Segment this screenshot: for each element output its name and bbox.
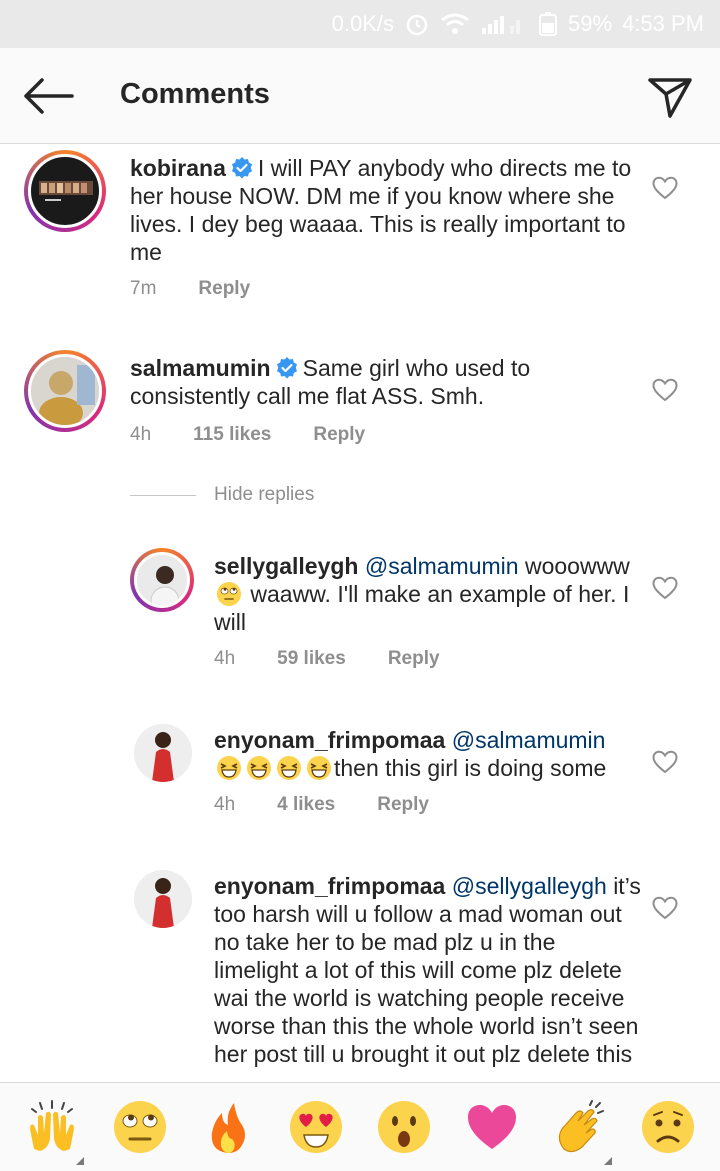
reply-button[interactable]: Reply (388, 648, 440, 670)
heart-eyes-emoji-icon[interactable] (286, 1097, 346, 1157)
clock: 4:53 PM (622, 11, 704, 36)
comment-meta: 7m Reply (130, 278, 292, 300)
hide-replies-toggle[interactable]: Hide replies (130, 484, 314, 506)
comment-username[interactable]: salmamumin (130, 355, 271, 381)
avatar[interactable] (134, 724, 192, 782)
reply-username[interactable]: sellygalleygh (214, 553, 358, 579)
reply-time: 4h (214, 648, 236, 669)
battery-percent: 59% (568, 11, 613, 36)
reply-username[interactable]: enyonam_frimpomaa (214, 873, 445, 899)
direct-share-icon[interactable] (646, 72, 694, 120)
reply-mention[interactable]: @sellygalleygh (452, 873, 607, 899)
like-heart-icon[interactable] (652, 896, 678, 920)
reply-body: enyonam_frimpomaa @sellygalleygh it’s to… (214, 872, 644, 1068)
reply-text: then this girl is doing some (334, 755, 607, 781)
reply-button[interactable]: Reply (313, 424, 365, 446)
reply-text: it’s too harsh will u follow a mad woman… (214, 873, 641, 1067)
reply-meta: 4h 4 likes Reply (214, 794, 471, 816)
likes-count[interactable]: 115 likes (193, 424, 271, 446)
comment-body: salmamumin Same girl who used to consiste… (130, 354, 640, 410)
surprised-emoji-icon[interactable] (374, 1097, 434, 1157)
alarm-icon (404, 11, 430, 37)
hide-replies-label[interactable]: Hide replies (214, 484, 314, 506)
battery-icon (538, 11, 558, 37)
eye-roll-emoji-icon (217, 582, 241, 606)
sad-emoji-icon[interactable] (638, 1097, 698, 1157)
clapping-hands-emoji-icon[interactable] (550, 1097, 612, 1165)
laughing-emoji-icon (277, 756, 301, 780)
verified-badge-icon (276, 357, 297, 379)
avatar[interactable] (24, 150, 106, 232)
like-heart-icon[interactable] (652, 750, 678, 774)
divider (130, 494, 196, 496)
eye-roll-emoji-icon[interactable] (110, 1097, 170, 1157)
comment-meta: 4h 115 likes Reply (130, 424, 407, 446)
laughing-emoji-icon (247, 756, 271, 780)
wifi-icon (440, 12, 470, 36)
reply-time: 4h (214, 794, 236, 815)
grinning-squint-emojis (214, 755, 334, 781)
app-header: Comments (0, 48, 720, 144)
reply-body: sellygalleygh @salmamumin wooowww waaww.… (214, 552, 644, 636)
fire-emoji-icon[interactable] (198, 1097, 258, 1157)
back-arrow-icon[interactable] (22, 76, 74, 116)
avatar[interactable] (24, 350, 106, 432)
like-heart-icon[interactable] (652, 176, 678, 200)
reply-text: waaww. I'll make an example of her. I wi… (214, 581, 630, 635)
like-heart-icon[interactable] (652, 576, 678, 600)
corner-marker (604, 1157, 612, 1165)
comment-username[interactable]: kobirana (130, 155, 226, 181)
laughing-emoji-icon (307, 756, 331, 780)
heart-emoji-icon[interactable] (462, 1097, 522, 1157)
reply-mention[interactable]: @salmamumin (452, 727, 606, 753)
likes-count[interactable]: 59 likes (277, 648, 346, 670)
corner-marker (76, 1157, 84, 1165)
signal-icon (480, 12, 528, 36)
reply-mention[interactable]: @salmamumin (365, 553, 519, 579)
reply-button[interactable]: Reply (377, 794, 429, 816)
page-title: Comments (120, 78, 270, 110)
laughing-emoji-icon (217, 756, 241, 780)
like-heart-icon[interactable] (652, 378, 678, 402)
status-bar: 0.0K/s 59% 4:53 PM (0, 0, 720, 48)
likes-count[interactable]: 4 likes (277, 794, 335, 816)
verified-badge-icon (231, 157, 252, 179)
comment-body: kobirana I will PAY anybody who directs m… (130, 154, 640, 266)
emoji-reaction-bar (0, 1082, 720, 1171)
reply-body: enyonam_frimpomaa @salmamumin then this … (214, 726, 644, 782)
reply-button[interactable]: Reply (198, 278, 250, 300)
avatar[interactable] (134, 870, 192, 928)
reply-meta: 4h 59 likes Reply (214, 648, 482, 670)
comments-list[interactable]: kobirana I will PAY anybody who directs m… (0, 144, 720, 1082)
reply-username[interactable]: enyonam_frimpomaa (214, 727, 445, 753)
comment-time: 4h (130, 424, 152, 445)
reply-text: wooowww (524, 553, 630, 579)
raised-hands-emoji-icon[interactable] (22, 1097, 84, 1165)
comment-time: 7m (130, 278, 157, 299)
network-speed: 0.0K/s (331, 11, 395, 36)
avatar[interactable] (130, 548, 194, 612)
